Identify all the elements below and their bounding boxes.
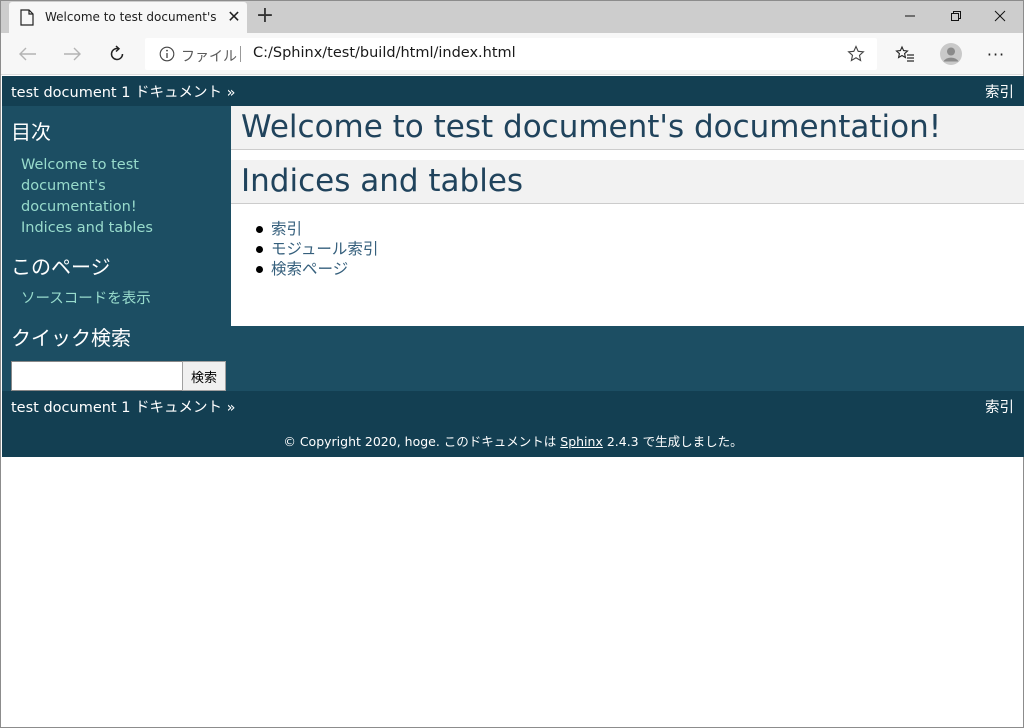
section-heading: Indices and tables: [241, 163, 524, 199]
favorite-star-icon[interactable]: [847, 45, 865, 63]
browser-tab[interactable]: Welcome to test document's doc ✕: [9, 2, 247, 33]
sphinx-link[interactable]: Sphinx: [560, 434, 603, 449]
toc-link-indices[interactable]: Indices and tables: [21, 218, 153, 239]
search-button[interactable]: 検索: [182, 361, 226, 391]
new-tab-icon[interactable]: +: [253, 5, 277, 29]
copyright-text: © Copyright 2020, hoge. このドキュメントは Sphinx…: [2, 431, 1024, 450]
breadcrumb-link-bottom[interactable]: test document 1 ドキュメント »: [11, 396, 236, 417]
scheme-label: ファイル: [181, 49, 237, 65]
browser-toolbar: ファイル C:/Sphinx/test/build/html/index.htm…: [1, 33, 1023, 75]
info-icon[interactable]: [159, 46, 175, 62]
page-title-block: Welcome to test document's documentation…: [231, 106, 1024, 150]
restore-icon[interactable]: [933, 1, 979, 31]
minimize-icon[interactable]: [887, 1, 933, 31]
footer: © Copyright 2020, hoge. このドキュメントは Sphinx…: [2, 421, 1024, 457]
more-options-icon[interactable]: ···: [982, 41, 1010, 67]
forward-arrow-icon[interactable]: [58, 41, 86, 67]
index-link[interactable]: 索引: [985, 81, 1014, 102]
page-title: Welcome to test document's documentation…: [241, 109, 942, 145]
window-close-icon[interactable]: [977, 1, 1023, 31]
favorites-icon[interactable]: [891, 41, 919, 67]
breadcrumb-link[interactable]: test document 1 ドキュメント »: [11, 81, 236, 102]
copyright-suffix: 2.4.3 で生成しました。: [602, 434, 743, 449]
address-separator: [240, 46, 241, 62]
profile-avatar-icon[interactable]: [937, 41, 965, 67]
copyright-prefix: © Copyright 2020, hoge. このドキュメントは: [283, 434, 561, 449]
section-heading-block: Indices and tables: [231, 160, 1024, 204]
related-bar-bottom: test document 1 ドキュメント » 索引: [2, 391, 1024, 421]
modindex-link[interactable]: モジュール索引: [271, 239, 378, 259]
tab-title: Welcome to test document's doc: [45, 10, 221, 24]
toc-link-welcome-line2[interactable]: document's: [21, 176, 106, 197]
search-page-link[interactable]: 検索ページ: [271, 259, 348, 279]
index-link-bottom[interactable]: 索引: [985, 396, 1014, 417]
url-text[interactable]: C:/Sphinx/test/build/html/index.html: [253, 45, 516, 61]
address-bar[interactable]: ファイル C:/Sphinx/test/build/html/index.htm…: [145, 38, 877, 70]
search-input[interactable]: [11, 361, 183, 391]
related-bar-top: test document 1 ドキュメント » 索引: [2, 76, 1024, 106]
bullet-icon: [256, 226, 263, 233]
toc-link-welcome-line1[interactable]: Welcome to test: [21, 155, 139, 176]
toc-link-welcome-line3[interactable]: documentation!: [21, 197, 137, 218]
close-tab-icon[interactable]: ✕: [225, 8, 243, 26]
document-wrapper: 目次 Welcome to test document's documentat…: [2, 106, 1024, 391]
back-arrow-icon[interactable]: [14, 41, 42, 67]
document-body: Welcome to test document's documentation…: [231, 106, 1024, 326]
sidebar: 目次 Welcome to test document's documentat…: [2, 106, 231, 391]
page-icon: [20, 9, 34, 26]
refresh-icon[interactable]: [103, 41, 131, 67]
genindex-link[interactable]: 索引: [271, 219, 302, 239]
bullet-icon: [256, 266, 263, 273]
tab-strip: Welcome to test document's doc ✕ +: [1, 1, 1023, 33]
this-page-heading: このページ: [11, 255, 111, 279]
quick-search-heading: クイック検索: [11, 326, 131, 350]
browser-window: Welcome to test document's doc ✕ +: [0, 0, 1024, 728]
bullet-icon: [256, 246, 263, 253]
show-source-link[interactable]: ソースコードを表示: [21, 289, 151, 310]
toc-heading: 目次: [11, 120, 51, 144]
sphinx-page: test document 1 ドキュメント » 索引 目次 Welcome t…: [2, 76, 1024, 457]
